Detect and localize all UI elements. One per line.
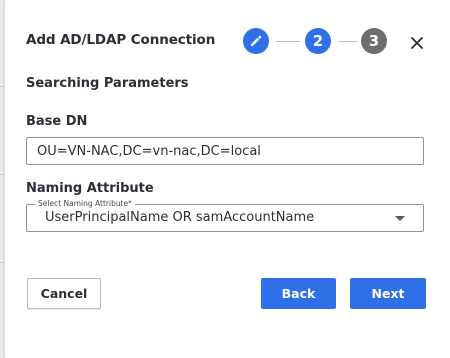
chevron-down-icon	[395, 216, 405, 221]
dialog-title: Add AD/LDAP Connection	[26, 32, 216, 48]
step-connector	[338, 40, 358, 42]
base-dn-label: Base DN	[26, 114, 88, 129]
wizard-stepper: 2 3	[243, 28, 387, 54]
step-2-current[interactable]: 2	[305, 28, 331, 54]
cancel-button[interactable]: Cancel	[27, 278, 101, 309]
step-1-completed[interactable]	[243, 28, 269, 54]
step-connector	[276, 40, 300, 42]
back-button[interactable]: Back	[261, 278, 336, 309]
close-icon	[411, 37, 423, 49]
next-button[interactable]: Next	[350, 278, 426, 309]
naming-attribute-label: Naming Attribute	[26, 181, 154, 196]
select-floating-label: Select Naming Attribute*	[35, 199, 135, 209]
pencil-icon	[251, 35, 262, 46]
section-title: Searching Parameters	[26, 76, 189, 91]
close-button[interactable]	[405, 31, 429, 55]
naming-attribute-select[interactable]: Select Naming Attribute* UserPrincipalNa…	[26, 199, 424, 232]
base-dn-field	[26, 137, 424, 165]
add-ldap-connection-dialog: Add AD/LDAP Connection 2 3 Searching Par…	[5, 0, 450, 358]
select-value: UserPrincipalName OR samAccountName	[45, 210, 315, 225]
base-dn-input[interactable]	[37, 138, 417, 164]
step-3-pending[interactable]: 3	[361, 28, 387, 54]
